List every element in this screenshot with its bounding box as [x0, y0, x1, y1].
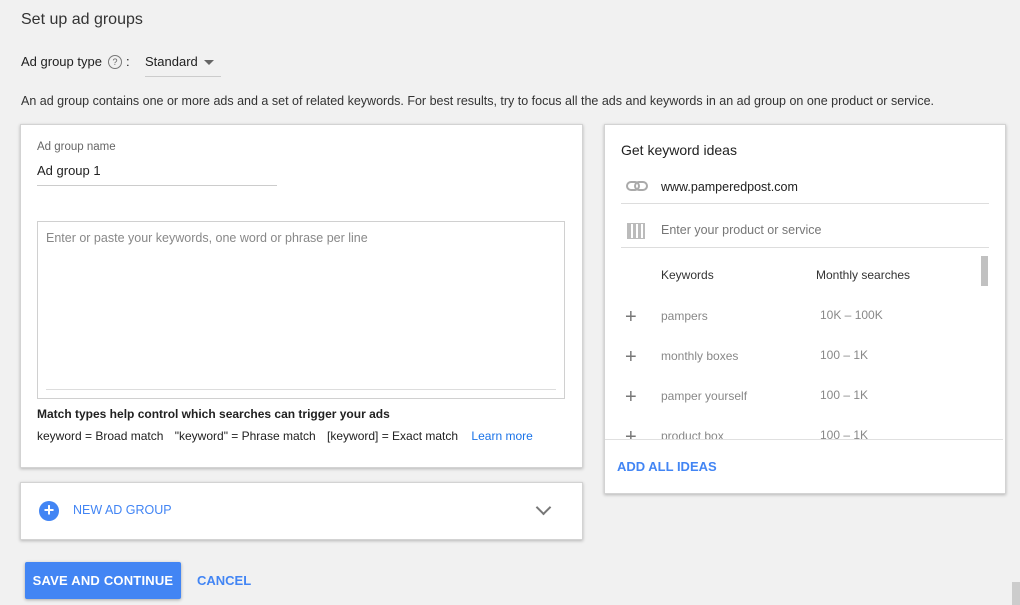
- window-scrollbar[interactable]: [1012, 582, 1020, 605]
- scrollbar-thumb[interactable]: [981, 256, 988, 286]
- ad-group-description: An ad group contains one or more ads and…: [21, 94, 935, 108]
- url-value: www.pamperedpost.com: [661, 180, 798, 194]
- building-icon: [627, 223, 645, 239]
- textarea-underline: [46, 389, 556, 390]
- product-field[interactable]: Enter your product or service: [621, 217, 989, 248]
- list-item: + monthly boxes 100 – 1K: [605, 345, 1003, 385]
- save-and-continue-button[interactable]: SAVE AND CONTINUE: [25, 562, 181, 599]
- help-icon[interactable]: ?: [107, 54, 122, 69]
- ad-group-type-label: Ad group type: [21, 54, 102, 69]
- ad-group-card: Ad group name Ad group 1 Enter or paste …: [20, 124, 583, 468]
- keyword-text: pamper yourself: [661, 389, 748, 403]
- ad-group-type-select[interactable]: Standard: [145, 52, 221, 77]
- keyword-ideas-list: + pampers 10K – 100K + monthly boxes 100…: [605, 295, 1003, 439]
- add-icon[interactable]: +: [625, 387, 637, 407]
- learn-more-link[interactable]: Learn more: [471, 429, 532, 443]
- keywords-placeholder: Enter or paste your keywords, one word o…: [46, 231, 368, 245]
- exact-match-text: [keyword] = Exact match: [327, 429, 459, 443]
- monthly-searches-text: 100 – 1K: [820, 428, 869, 439]
- monthly-searches-text: 10K – 100K: [820, 308, 883, 322]
- product-placeholder: Enter your product or service: [661, 223, 822, 237]
- new-ad-group-label[interactable]: NEW AD GROUP: [73, 503, 172, 517]
- keyword-ideas-title: Get keyword ideas: [621, 142, 737, 158]
- link-icon: [626, 181, 648, 191]
- add-icon[interactable]: +: [625, 307, 637, 327]
- add-all-ideas-button[interactable]: ADD ALL IDEAS: [617, 459, 717, 474]
- ad-group-type-value: Standard: [145, 54, 198, 69]
- chevron-down-icon[interactable]: [535, 499, 552, 516]
- ad-group-name-label: Ad group name: [37, 141, 116, 153]
- list-item: + pamper yourself 100 – 1K: [605, 385, 1003, 425]
- keyword-text: pampers: [661, 309, 708, 323]
- page-title: Set up ad groups: [21, 11, 143, 28]
- new-ad-group-card[interactable]: + NEW AD GROUP: [20, 482, 583, 540]
- keywords-textarea[interactable]: Enter or paste your keywords, one word o…: [37, 221, 565, 399]
- add-icon[interactable]: +: [625, 347, 637, 367]
- match-types-row: keyword = Broad match "keyword" = Phrase…: [37, 429, 541, 443]
- match-types-title: Match types help control which searches …: [37, 407, 390, 421]
- caret-down-icon: [204, 60, 214, 65]
- cancel-button[interactable]: CANCEL: [197, 573, 251, 588]
- phrase-match-text: "keyword" = Phrase match: [174, 429, 316, 443]
- url-field[interactable]: www.pamperedpost.com: [621, 175, 989, 204]
- monthly-searches-text: 100 – 1K: [820, 348, 869, 362]
- add-icon[interactable]: +: [625, 427, 637, 439]
- keyword-ideas-card: Get keyword ideas www.pamperedpost.com E…: [604, 124, 1006, 494]
- list-item: + pampers 10K – 100K: [605, 305, 1003, 345]
- column-header-keywords: Keywords: [661, 268, 714, 282]
- divider: [605, 439, 1003, 440]
- keyword-text: product box: [661, 429, 724, 439]
- column-header-monthly-searches: Monthly searches: [816, 268, 911, 282]
- monthly-searches-text: 100 – 1K: [820, 388, 869, 402]
- broad-match-text: keyword = Broad match: [37, 429, 164, 443]
- list-item: + product box 100 – 1K: [605, 425, 1003, 439]
- colon: :: [125, 54, 130, 69]
- keyword-text: monthly boxes: [661, 349, 739, 363]
- add-circle-icon[interactable]: +: [39, 501, 59, 521]
- ad-group-type-row: Ad group type ? :: [21, 54, 130, 69]
- ad-group-name-input[interactable]: Ad group 1: [37, 163, 277, 186]
